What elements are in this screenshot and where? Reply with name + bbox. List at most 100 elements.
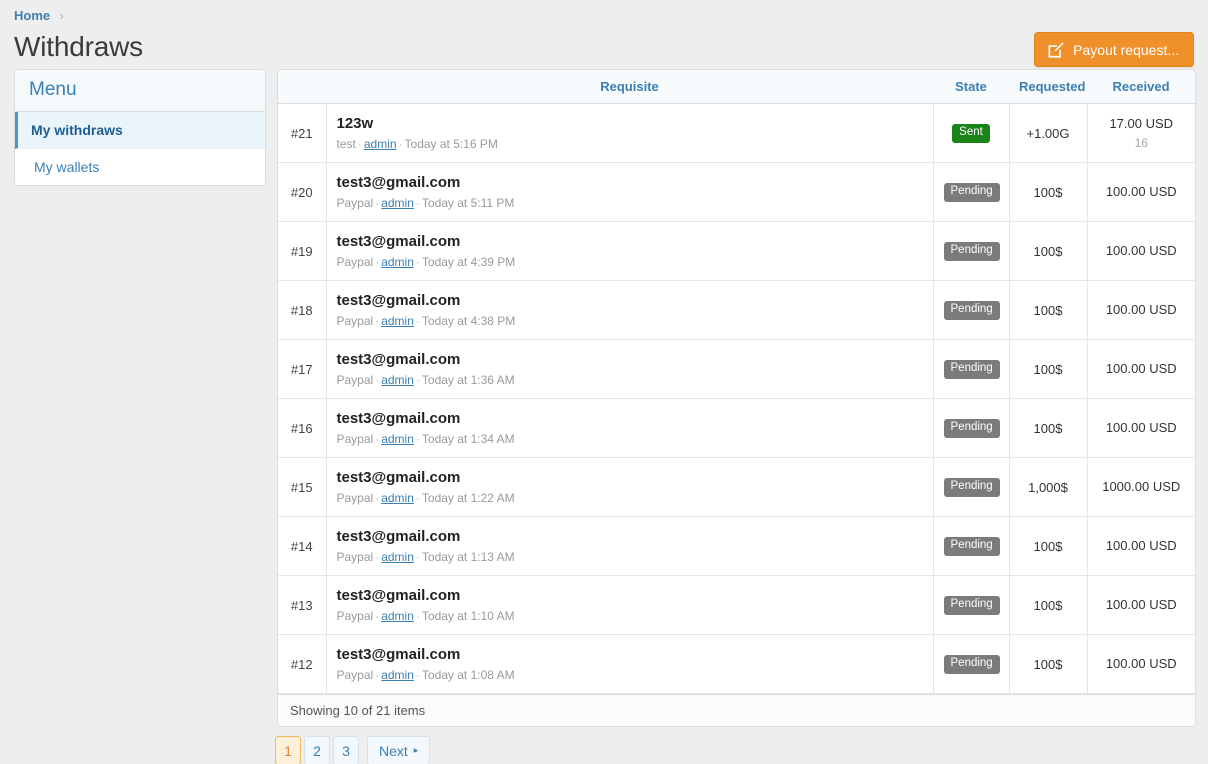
- row-received-amount: 100.00 USD: [1098, 597, 1186, 614]
- status-badge: Pending: [944, 478, 1000, 497]
- row-requisite-title: test3@gmail.com: [337, 351, 923, 370]
- column-header-requested[interactable]: Requested: [1009, 70, 1087, 104]
- row-received-amount: 100.00 USD: [1098, 656, 1186, 673]
- table-row[interactable]: #16test3@gmail.comPaypal·admin·Today at …: [278, 399, 1195, 458]
- row-user-link[interactable]: admin: [364, 137, 397, 151]
- row-received-amount: 1000.00 USD: [1098, 479, 1186, 496]
- row-requisite: test3@gmail.comPaypal·admin·Today at 1:0…: [326, 635, 933, 694]
- pagination-next-label: Next: [379, 743, 408, 759]
- table-row[interactable]: #15test3@gmail.comPaypal·admin·Today at …: [278, 458, 1195, 517]
- row-received: 100.00 USD: [1087, 340, 1195, 399]
- status-badge: Pending: [944, 242, 1000, 261]
- status-badge: Pending: [944, 419, 1000, 438]
- row-received-amount: 100.00 USD: [1098, 538, 1186, 555]
- row-requisite: test3@gmail.comPaypal·admin·Today at 1:1…: [326, 517, 933, 576]
- column-header-requisite[interactable]: Requisite: [326, 70, 933, 104]
- row-received-amount: 100.00 USD: [1098, 184, 1186, 201]
- meta-separator: ·: [416, 609, 420, 623]
- status-badge: Sent: [952, 124, 990, 143]
- meta-separator: ·: [416, 196, 420, 210]
- meta-separator: ·: [416, 550, 420, 564]
- pagination-page-3[interactable]: 3: [333, 736, 359, 764]
- meta-separator: ·: [375, 668, 379, 682]
- row-requested: 100$: [1009, 222, 1087, 281]
- row-user-link[interactable]: admin: [381, 196, 414, 210]
- row-requisite-meta: Paypal·admin·Today at 1:10 AM: [337, 609, 923, 623]
- pagination-next-button[interactable]: Next ▸: [367, 736, 430, 764]
- row-id: #18: [278, 281, 326, 340]
- meta-separator: ·: [358, 137, 362, 151]
- meta-separator: ·: [416, 373, 420, 387]
- status-badge: Pending: [944, 360, 1000, 379]
- breadcrumb-home-link[interactable]: Home: [14, 8, 50, 23]
- column-header-received[interactable]: Received: [1087, 70, 1195, 104]
- row-requested: 100$: [1009, 635, 1087, 694]
- row-requisite-title: test3@gmail.com: [337, 528, 923, 547]
- row-requisite-meta: Paypal·admin·Today at 4:39 PM: [337, 255, 923, 269]
- row-requested: 1,000$: [1009, 458, 1087, 517]
- sidebar-item-label: My wallets: [34, 159, 99, 175]
- row-requisite-meta: Paypal·admin·Today at 4:38 PM: [337, 314, 923, 328]
- table-row[interactable]: #12test3@gmail.comPaypal·admin·Today at …: [278, 635, 1195, 694]
- row-user-link[interactable]: admin: [381, 314, 414, 328]
- row-user-link[interactable]: admin: [381, 255, 414, 269]
- column-header-id: [278, 70, 326, 104]
- table-row[interactable]: #14test3@gmail.comPaypal·admin·Today at …: [278, 517, 1195, 576]
- sidebar-heading: Menu: [15, 70, 265, 112]
- table-row[interactable]: #21123wtest·admin·Today at 5:16 PMSent+1…: [278, 104, 1195, 163]
- table-row[interactable]: #17test3@gmail.comPaypal·admin·Today at …: [278, 340, 1195, 399]
- status-badge: Pending: [944, 301, 1000, 320]
- meta-separator: ·: [399, 137, 403, 151]
- row-method: Paypal: [337, 373, 374, 387]
- row-received-amount: 100.00 USD: [1098, 361, 1186, 378]
- row-requisite-title: test3@gmail.com: [337, 646, 923, 665]
- row-received: 100.00 USD: [1087, 635, 1195, 694]
- row-method: Paypal: [337, 668, 374, 682]
- row-user-link[interactable]: admin: [381, 373, 414, 387]
- row-requisite-title: test3@gmail.com: [337, 587, 923, 606]
- pagination-page-2[interactable]: 2: [304, 736, 330, 764]
- row-user-link[interactable]: admin: [381, 432, 414, 446]
- status-badge: Pending: [944, 537, 1000, 556]
- row-user-link[interactable]: admin: [381, 491, 414, 505]
- row-id: #17: [278, 340, 326, 399]
- row-method: Paypal: [337, 550, 374, 564]
- row-requested: +1.00G: [1009, 104, 1087, 163]
- row-state: Sent: [933, 104, 1009, 163]
- meta-separator: ·: [375, 432, 379, 446]
- meta-separator: ·: [416, 668, 420, 682]
- meta-separator: ·: [375, 491, 379, 505]
- row-state: Pending: [933, 399, 1009, 458]
- sidebar-item-my-wallets[interactable]: My wallets: [15, 149, 265, 185]
- payout-request-button[interactable]: Payout request...: [1034, 32, 1194, 67]
- meta-separator: ·: [416, 432, 420, 446]
- pagination-page-1[interactable]: 1: [275, 736, 301, 764]
- table-row[interactable]: #20test3@gmail.comPaypal·admin·Today at …: [278, 163, 1195, 222]
- row-requested: 100$: [1009, 163, 1087, 222]
- row-state: Pending: [933, 458, 1009, 517]
- row-timestamp: Today at 1:08 AM: [422, 668, 515, 682]
- row-requisite: test3@gmail.comPaypal·admin·Today at 4:3…: [326, 222, 933, 281]
- withdraws-panel: Requisite State Requested Received #2112…: [277, 69, 1196, 727]
- table-body: #21123wtest·admin·Today at 5:16 PMSent+1…: [278, 104, 1195, 694]
- breadcrumb-separator-icon: ›: [60, 9, 64, 23]
- row-received-amount: 100.00 USD: [1098, 243, 1186, 260]
- row-requisite: test3@gmail.comPaypal·admin·Today at 1:2…: [326, 458, 933, 517]
- row-received-amount: 17.00 USD: [1098, 116, 1186, 133]
- row-state: Pending: [933, 517, 1009, 576]
- row-method: Paypal: [337, 196, 374, 210]
- table-header-row: Requisite State Requested Received: [278, 70, 1195, 104]
- row-state: Pending: [933, 163, 1009, 222]
- row-user-link[interactable]: admin: [381, 550, 414, 564]
- sidebar-item-label: My withdraws: [31, 122, 123, 138]
- row-user-link[interactable]: admin: [381, 668, 414, 682]
- row-user-link[interactable]: admin: [381, 609, 414, 623]
- column-header-state[interactable]: State: [933, 70, 1009, 104]
- table-row[interactable]: #19test3@gmail.comPaypal·admin·Today at …: [278, 222, 1195, 281]
- sidebar-item-my-withdraws[interactable]: My withdraws: [15, 112, 265, 149]
- withdraws-table: Requisite State Requested Received #2112…: [278, 70, 1195, 694]
- table-row[interactable]: #13test3@gmail.comPaypal·admin·Today at …: [278, 576, 1195, 635]
- breadcrumb: Home ›: [0, 0, 1208, 25]
- row-id: #20: [278, 163, 326, 222]
- table-row[interactable]: #18test3@gmail.comPaypal·admin·Today at …: [278, 281, 1195, 340]
